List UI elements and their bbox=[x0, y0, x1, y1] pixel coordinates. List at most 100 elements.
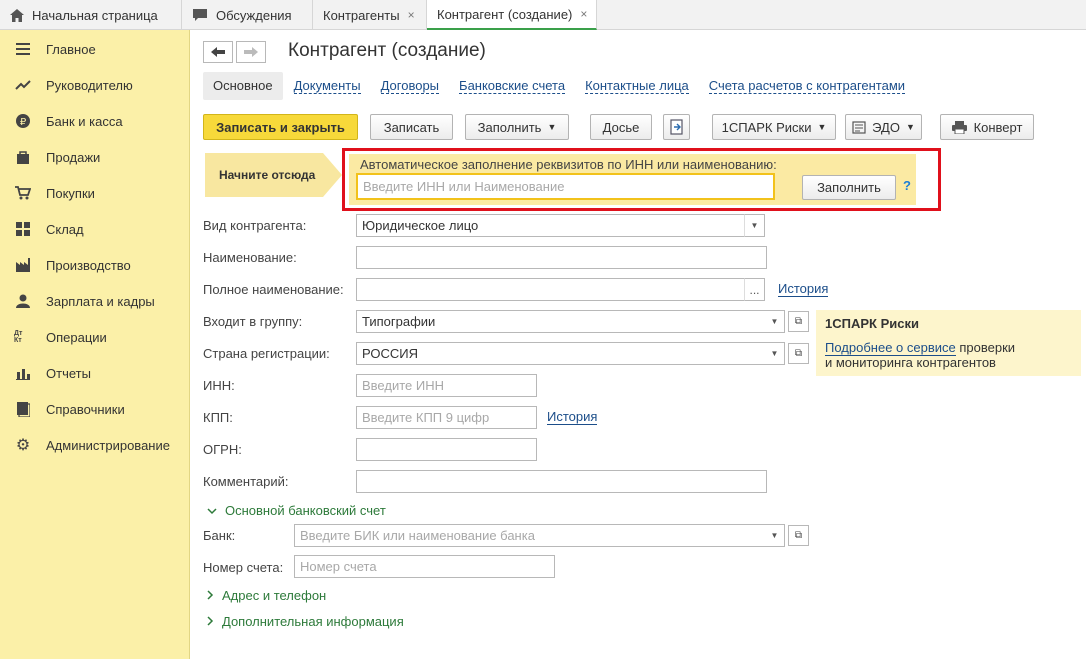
group-label: Дополнительная информация bbox=[222, 614, 404, 629]
autofill-highlight: Автоматическое заполнение реквизитов по … bbox=[342, 148, 941, 211]
save-and-close-button[interactable]: Записать и закрыть bbox=[203, 114, 358, 140]
tab-bank-accounts[interactable]: Банковские счета bbox=[459, 78, 566, 94]
tab-contracts[interactable]: Договоры bbox=[380, 78, 440, 94]
tab-counterparty-create[interactable]: Контрагент (создание) × bbox=[427, 0, 597, 30]
save-button[interactable]: Записать bbox=[370, 114, 453, 140]
back-button[interactable] bbox=[203, 41, 233, 63]
sidebar-item-purchases[interactable]: Покупки bbox=[0, 175, 189, 211]
factory-icon bbox=[14, 256, 32, 274]
envelope-button[interactable]: Конверт bbox=[940, 114, 1034, 140]
sidebar-item-sales[interactable]: Продажи bbox=[0, 139, 189, 175]
tab-counterparties[interactable]: Контрагенты × bbox=[313, 0, 427, 30]
kpp-input[interactable]: Введите КПП 9 цифр bbox=[356, 406, 537, 429]
tab-home[interactable]: Начальная страница bbox=[0, 0, 182, 30]
close-icon[interactable]: × bbox=[408, 8, 415, 22]
spark-panel: 1СПАРК Риски Подробнее о сервисе проверк… bbox=[816, 310, 1081, 376]
sidebar-item-label: Справочники bbox=[46, 401, 125, 417]
country-select[interactable]: РОССИЯ bbox=[356, 342, 766, 365]
autofill-input[interactable]: Введите ИНН или Наименование bbox=[356, 173, 775, 200]
dossier-button[interactable]: Досье bbox=[590, 114, 652, 140]
open-icon[interactable]: ⧉ bbox=[788, 311, 809, 332]
sidebar-item-label: Операции bbox=[46, 329, 107, 345]
close-icon[interactable]: × bbox=[580, 7, 587, 21]
kind-select[interactable]: Юридическое лицо bbox=[356, 214, 746, 237]
comment-label: Комментарий: bbox=[203, 474, 289, 489]
chevron-down-icon[interactable]: ▼ bbox=[765, 342, 785, 365]
start-here-arrow: Начните отсюда bbox=[205, 153, 342, 197]
start-here-label: Начните отсюда bbox=[219, 168, 316, 182]
group-select[interactable]: Типографии bbox=[356, 310, 766, 333]
sidebar: Главное Руководителю ₽ Банк и касса Прод… bbox=[0, 30, 190, 659]
chevron-down-icon bbox=[207, 506, 217, 518]
autofill-label: Автоматическое заполнение реквизитов по … bbox=[360, 157, 777, 172]
sidebar-item-production[interactable]: Производство bbox=[0, 247, 189, 283]
menu-icon bbox=[14, 40, 32, 58]
main-content: Контрагент (создание) Основное Документы… bbox=[191, 30, 1086, 659]
tab-contacts[interactable]: Контактные лица bbox=[585, 78, 689, 94]
open-icon[interactable]: ⧉ bbox=[788, 525, 809, 546]
sidebar-item-main[interactable]: Главное bbox=[0, 31, 189, 67]
chevron-down-icon[interactable]: ▼ bbox=[744, 214, 765, 237]
tab-settlement-accounts[interactable]: Счета расчетов с контрагентами bbox=[708, 78, 906, 94]
tab-discussions[interactable]: Обсуждения bbox=[182, 0, 313, 30]
dt-kt-icon: Дт Кт bbox=[14, 330, 23, 344]
document-scan-button[interactable] bbox=[663, 114, 690, 140]
fill-menu-button[interactable]: Заполнить ▼ bbox=[465, 114, 569, 140]
spark-details-link[interactable]: Подробнее о сервисе bbox=[825, 340, 956, 356]
tab-main[interactable]: Основное bbox=[203, 72, 283, 100]
sidebar-item-label: Руководителю bbox=[46, 77, 133, 93]
edo-button[interactable]: ЭДО ▼ bbox=[845, 114, 922, 140]
spark-risks-button[interactable]: 1СПАРК Риски ▼ bbox=[712, 114, 836, 140]
open-icon[interactable]: ⧉ bbox=[788, 343, 809, 364]
help-icon[interactable]: ? bbox=[903, 178, 911, 193]
fullname-label: Полное наименование: bbox=[203, 282, 344, 297]
country-label: Страна регистрации: bbox=[203, 346, 330, 361]
chevron-down-icon: ▼ bbox=[817, 122, 827, 132]
grid-icon bbox=[14, 220, 32, 238]
tab-bar: Начальная страница Обсуждения Контрагент… bbox=[0, 0, 1086, 30]
sidebar-item-salary[interactable]: Зарплата и кадры bbox=[0, 283, 189, 319]
sidebar-item-reports[interactable]: Отчеты bbox=[0, 355, 189, 391]
comment-input[interactable] bbox=[356, 470, 767, 493]
name-label: Наименование: bbox=[203, 250, 297, 265]
fullname-input[interactable] bbox=[356, 278, 746, 301]
tab-documents[interactable]: Документы bbox=[293, 78, 361, 94]
kpp-history-link[interactable]: История bbox=[547, 410, 598, 425]
sidebar-item-label: Банк и касса bbox=[46, 113, 123, 129]
autofill-fill-button[interactable]: Заполнить bbox=[802, 175, 896, 200]
group-label: Основной банковский счет bbox=[225, 503, 386, 518]
ogrn-input[interactable] bbox=[356, 438, 537, 461]
forward-button[interactable] bbox=[236, 41, 266, 63]
sidebar-item-admin[interactable]: ⚙ Администрирование bbox=[0, 427, 189, 463]
sidebar-item-catalogs[interactable]: Справочники bbox=[0, 391, 189, 427]
bank-input[interactable]: Введите БИК или наименование банка bbox=[294, 524, 766, 547]
fullname-history-link[interactable]: История bbox=[778, 282, 829, 297]
button-label: Конверт bbox=[973, 119, 1023, 135]
bank-account-group[interactable]: Основной банковский счет bbox=[207, 503, 386, 518]
document-arrow-icon bbox=[669, 119, 683, 135]
sidebar-item-label: Производство bbox=[46, 257, 131, 273]
name-input[interactable] bbox=[356, 246, 767, 269]
sidebar-item-label: Зарплата и кадры bbox=[46, 293, 155, 309]
sidebar-item-manager[interactable]: Руководителю bbox=[0, 67, 189, 103]
svg-text:₽: ₽ bbox=[20, 117, 27, 128]
sidebar-item-warehouse[interactable]: Склад bbox=[0, 211, 189, 247]
extra-info-group[interactable]: Дополнительная информация bbox=[207, 614, 404, 629]
fullname-expand-button[interactable]: ... bbox=[744, 278, 765, 301]
ruble-icon: ₽ bbox=[14, 112, 32, 130]
account-input[interactable]: Номер счета bbox=[294, 555, 555, 578]
form-sections: Основное Документы Договоры Банковские с… bbox=[203, 72, 925, 100]
chevron-down-icon[interactable]: ▼ bbox=[765, 310, 785, 333]
bar-chart-icon bbox=[14, 364, 32, 382]
sidebar-item-operations[interactable]: Дт Кт Операции bbox=[0, 319, 189, 355]
inn-input[interactable]: Введите ИНН bbox=[356, 374, 537, 397]
button-label: ЭДО bbox=[872, 119, 900, 135]
address-group[interactable]: Адрес и телефон bbox=[207, 588, 326, 603]
inn-label: ИНН: bbox=[203, 378, 235, 393]
kind-label: Вид контрагента: bbox=[203, 218, 307, 233]
chevron-down-icon[interactable]: ▼ bbox=[765, 524, 785, 547]
chevron-down-icon: ▼ bbox=[905, 122, 915, 132]
button-label: 1СПАРК Риски bbox=[721, 119, 812, 135]
sidebar-item-bank[interactable]: ₽ Банк и касса bbox=[0, 103, 189, 139]
spark-title: 1СПАРК Риски bbox=[825, 316, 919, 331]
